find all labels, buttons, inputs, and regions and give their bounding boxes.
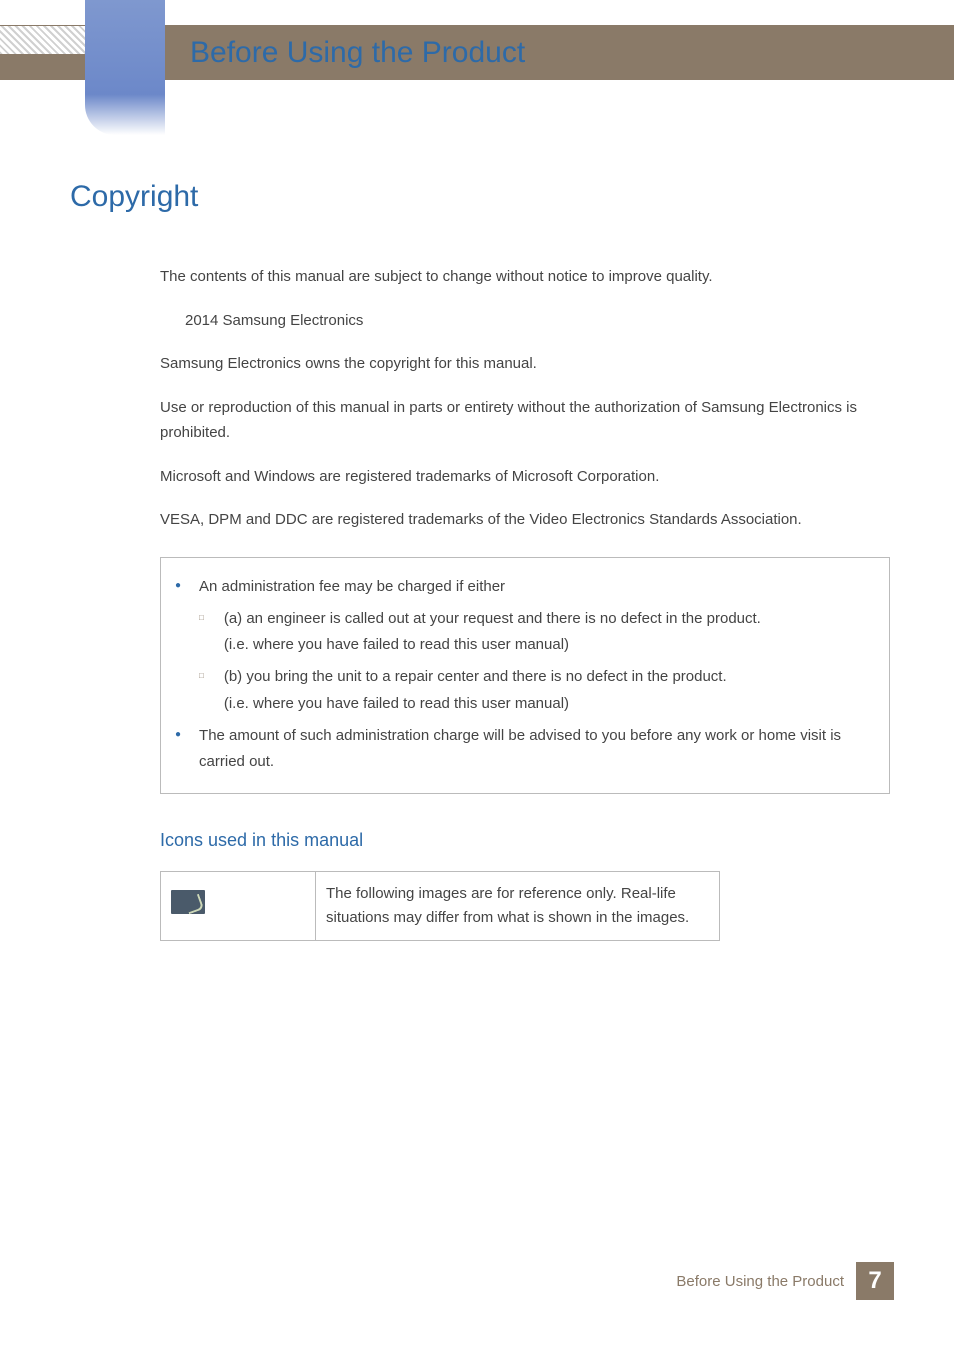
sub-heading-icons: Icons used in this manual xyxy=(160,830,890,851)
notice-text: The amount of such administration charge… xyxy=(199,723,875,776)
reference-icon-cell xyxy=(161,872,316,941)
reference-image-icon xyxy=(171,890,205,914)
table-row: The following images are for reference o… xyxy=(161,872,720,941)
administration-fee-notice-box: ● An administration fee may be charged i… xyxy=(160,557,890,795)
corner-hatch-decoration xyxy=(0,26,85,54)
copyright-paragraph: VESA, DPM and DDC are registered tradema… xyxy=(160,507,890,533)
notice-bullet-item: ● An administration fee may be charged i… xyxy=(175,574,875,600)
page-content: Copyright The contents of this manual ar… xyxy=(70,180,890,941)
copyright-paragraph: Microsoft and Windows are registered tra… xyxy=(160,464,890,490)
footer-chapter-label: Before Using the Product xyxy=(676,1273,844,1290)
square-bullet-icon: □ xyxy=(199,613,204,622)
square-bullet-icon: □ xyxy=(199,671,204,680)
copyright-paragraph: Samsung Electronics owns the copyright f… xyxy=(160,351,890,377)
notice-sub-line: (b) you bring the unit to a repair cente… xyxy=(224,668,727,685)
notice-sub-item: □ (a) an engineer is called out at your … xyxy=(175,606,875,659)
icons-table: The following images are for reference o… xyxy=(160,871,720,941)
section-heading-copyright: Copyright xyxy=(70,180,890,214)
copyright-year-line: 2014 Samsung Electronics xyxy=(185,308,890,334)
bullet-icon: ● xyxy=(175,580,181,591)
copyright-paragraph: Use or reproduction of this manual in pa… xyxy=(160,395,890,446)
notice-sub-line: (i.e. where you have failed to read this… xyxy=(224,636,569,653)
icon-description-cell: The following images are for reference o… xyxy=(316,872,720,941)
notice-sub-line: (i.e. where you have failed to read this… xyxy=(224,695,569,712)
page-number-badge: 7 xyxy=(856,1262,894,1300)
page-footer: Before Using the Product 7 xyxy=(676,1262,894,1300)
notice-sub-line: (a) an engineer is called out at your re… xyxy=(224,610,761,627)
copyright-paragraph: The contents of this manual are subject … xyxy=(160,264,890,290)
bullet-icon: ● xyxy=(175,729,181,740)
notice-sub-item: □ (b) you bring the unit to a repair cen… xyxy=(175,664,875,717)
chapter-title: Before Using the Product xyxy=(190,36,525,70)
notice-text: (b) you bring the unit to a repair cente… xyxy=(224,664,727,717)
chapter-tab-decoration xyxy=(85,0,165,135)
notice-bullet-item: ● The amount of such administration char… xyxy=(175,723,875,776)
notice-text: (a) an engineer is called out at your re… xyxy=(224,606,761,659)
notice-text: An administration fee may be charged if … xyxy=(199,574,505,600)
